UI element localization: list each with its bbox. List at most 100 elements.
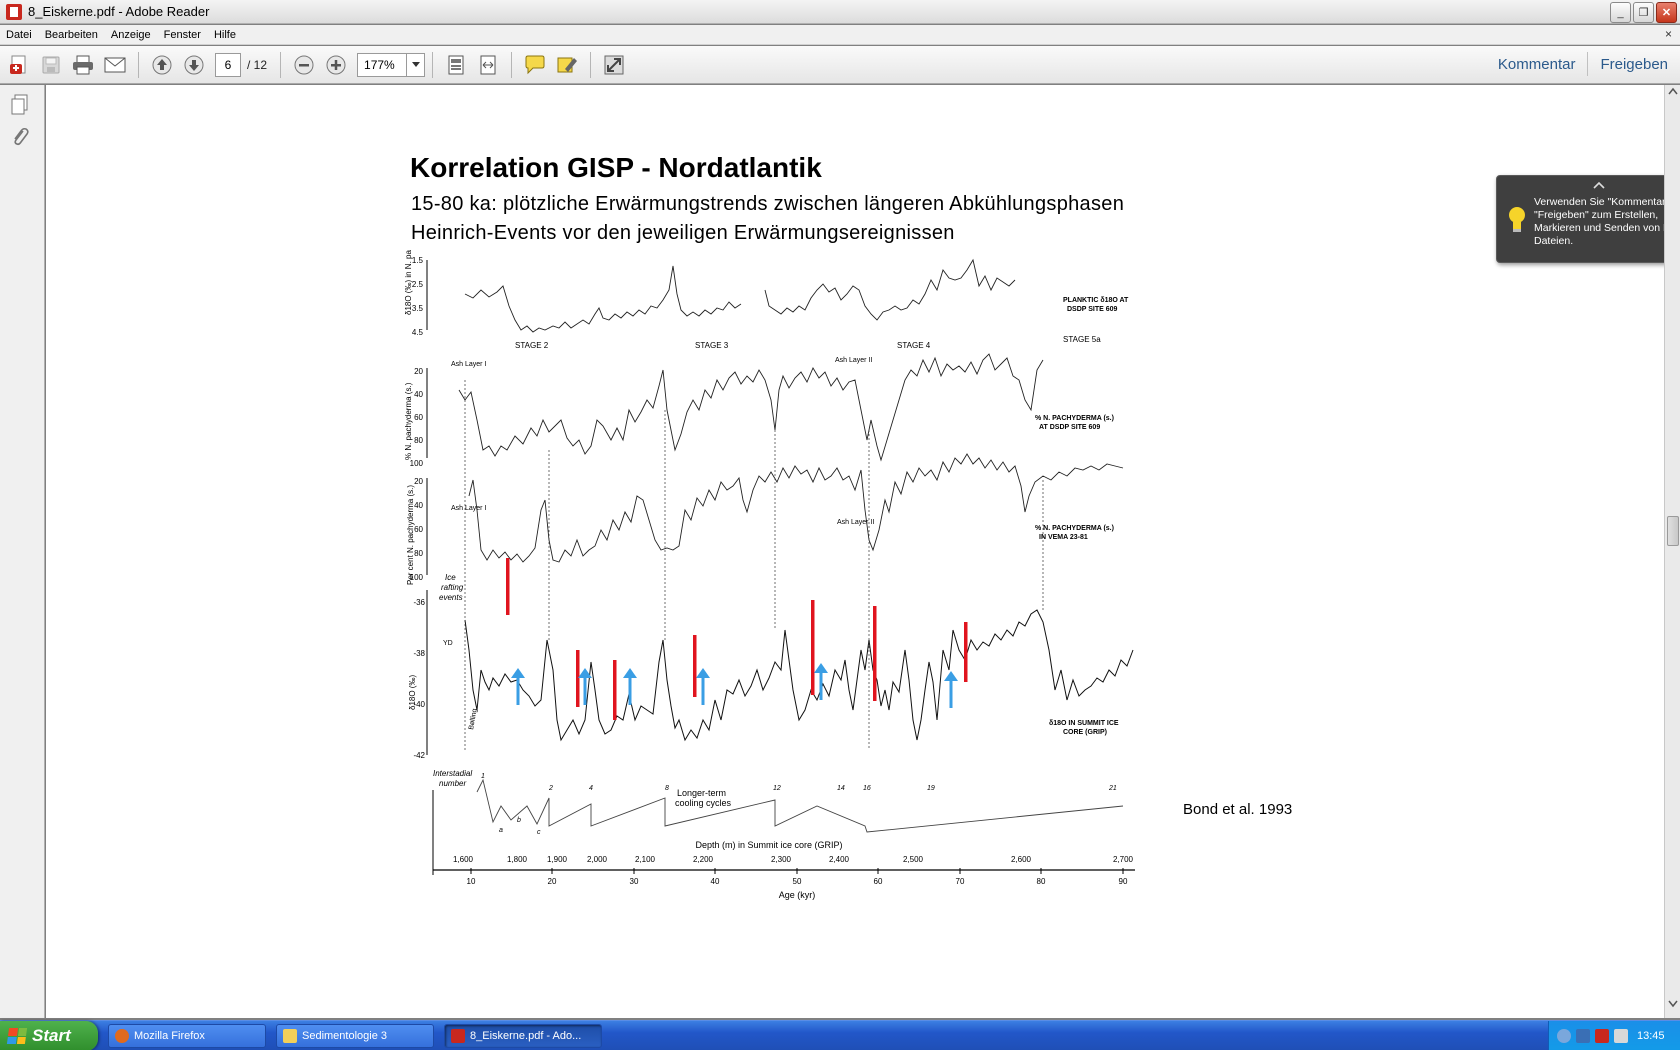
tooltip-text: Verwenden Sie "Kommentar" und "Freigeben… xyxy=(1534,196,1664,247)
taskbar-item-label: Sedimentologie 3 xyxy=(302,1029,388,1042)
comment-note-icon[interactable] xyxy=(522,52,548,78)
stage-label: STAGE 2 xyxy=(515,341,549,350)
zoom-out-icon[interactable] xyxy=(291,52,317,78)
age-tick: 40 xyxy=(711,877,720,886)
interstadial-number: 2 xyxy=(548,785,553,792)
highlight-icon[interactable] xyxy=(554,52,580,78)
scrollbar-thumb[interactable] xyxy=(1667,516,1679,546)
close-button[interactable]: ✕ xyxy=(1656,2,1677,23)
panel1-label: DSDP SITE 609 xyxy=(1067,306,1118,313)
panel3-tick: 80 xyxy=(414,549,423,558)
zoom-in-icon[interactable] xyxy=(323,52,349,78)
menu-hilfe[interactable]: Hilfe xyxy=(208,29,243,41)
page-number-input[interactable]: 6 xyxy=(215,52,241,77)
panel2-ylabel: % N. pachyderma (s.) xyxy=(404,382,413,460)
cooling-cycles-sawtooth xyxy=(476,778,1124,833)
panel2-tick: 40 xyxy=(414,390,423,399)
yd-label: YD xyxy=(443,640,453,647)
minimize-button[interactable]: _ xyxy=(1610,2,1631,23)
heinrich-event-bar xyxy=(576,650,580,707)
scroll-up-arrow-icon[interactable] xyxy=(1667,87,1679,101)
menu-fenster[interactable]: Fenster xyxy=(158,29,208,41)
tray-expand-icon[interactable] xyxy=(1557,1029,1571,1043)
print-icon[interactable] xyxy=(70,52,96,78)
menu-anzeige[interactable]: Anzeige xyxy=(105,29,158,41)
interstadial-number: 4 xyxy=(589,785,593,792)
restore-button[interactable]: ❐ xyxy=(1633,2,1654,23)
adobe-updater-icon[interactable] xyxy=(1595,1029,1609,1043)
fit-page-icon[interactable] xyxy=(443,52,469,78)
depth-tick: 2,400 xyxy=(829,855,850,864)
document-view[interactable]: Korrelation GISP - Nordatlantik 15-80 ka… xyxy=(46,85,1664,1018)
collapse-caret-icon[interactable] xyxy=(1593,178,1605,192)
vertical-scrollbar[interactable] xyxy=(1664,85,1680,1018)
menu-bearbeiten[interactable]: Bearbeiten xyxy=(39,29,105,41)
window-title: 8_Eiskerne.pdf - Adobe Reader xyxy=(28,4,210,19)
age-tick: 80 xyxy=(1037,877,1046,886)
bolling-label: Bølling xyxy=(468,708,479,730)
zoom-level-input[interactable]: 177% xyxy=(357,52,408,77)
panel2-tick: 20 xyxy=(414,367,423,376)
interstadial-label: Interstadial xyxy=(433,769,472,778)
depth-axis-label: Depth (m) in Summit ice core (GRIP) xyxy=(695,840,842,850)
subtitle-line-2: Heinrich-Events vor den jeweiligen Erwär… xyxy=(411,222,955,244)
bond-1993-figure: δ18O (‰) in N. pachy. (s.) 1.5 2.5 3.5 4… xyxy=(404,250,1135,900)
adobe-reader-window: 8_Eiskerne.pdf - Adobe Reader _ ❐ ✕ Date… xyxy=(0,0,1680,1050)
panel4-label: δ18O IN SUMMIT ICE xyxy=(1049,720,1119,727)
network-icon[interactable] xyxy=(1576,1029,1590,1043)
ice-rafting-arrow xyxy=(696,668,710,705)
start-button[interactable]: Start xyxy=(0,1020,98,1050)
taskbar-item-label: 8_Eiskerne.pdf - Ado... xyxy=(470,1029,582,1042)
next-page-icon[interactable] xyxy=(181,52,207,78)
age-tick: 50 xyxy=(793,877,802,886)
menu-datei[interactable]: Datei xyxy=(0,29,39,41)
interstadial-label: number xyxy=(439,779,466,788)
depth-tick: 2,700 xyxy=(1113,855,1134,864)
scroll-down-arrow-icon[interactable] xyxy=(1667,1000,1679,1014)
panel2-tick: 80 xyxy=(414,436,423,445)
toolbar-separator xyxy=(280,51,282,78)
ice-rafting-label: events xyxy=(439,593,463,602)
taskbar-item-folder[interactable]: Sedimentologie 3 xyxy=(276,1023,434,1048)
subtitle-line-1: 15-80 ka: plötzliche Erwärmungstrends zw… xyxy=(411,193,1125,215)
fit-width-icon[interactable] xyxy=(475,52,501,78)
heinrich-event-bar xyxy=(693,635,697,697)
age-tick: 30 xyxy=(630,877,639,886)
ice-rafting-arrow xyxy=(511,668,525,705)
panel4-curve xyxy=(464,609,1134,742)
save-icon[interactable] xyxy=(38,52,64,78)
toolbar-separator xyxy=(138,51,139,78)
panel4-label: CORE (GRIP) xyxy=(1063,729,1107,736)
comment-share-tooltip[interactable]: Verwenden Sie "Kommentar" und "Freigeben… xyxy=(1496,175,1664,263)
fullscreen-icon[interactable] xyxy=(601,52,627,78)
zoom-dropdown-chevron-down-icon[interactable] xyxy=(407,52,426,77)
taskbar-item-label: Mozilla Firefox xyxy=(134,1029,205,1042)
close-document-button[interactable]: × xyxy=(1665,27,1672,41)
ash-layer-label: Ash Layer I xyxy=(451,505,486,512)
attachments-paperclip-icon[interactable] xyxy=(8,125,32,149)
email-icon[interactable] xyxy=(102,52,128,78)
heinrich-event-bar xyxy=(873,606,877,701)
interstadial-number: 19 xyxy=(927,785,935,792)
kommentar-link[interactable]: Kommentar xyxy=(1486,56,1588,73)
ice-rafting-arrow xyxy=(944,671,958,708)
previous-page-icon[interactable] xyxy=(149,52,175,78)
windows-taskbar: Start Mozilla Firefox Sedimentologie 3 8… xyxy=(0,1020,1680,1050)
interstadial-number: 14 xyxy=(837,785,845,792)
start-label: Start xyxy=(32,1025,71,1045)
taskbar-item-firefox[interactable]: Mozilla Firefox xyxy=(108,1023,266,1048)
ash-layer-label: Ash Layer I xyxy=(451,361,486,368)
panel1-tick: 4.5 xyxy=(412,328,424,337)
taskbar-item-adobe-reader[interactable]: 8_Eiskerne.pdf - Ado... xyxy=(444,1023,602,1048)
panel1-tick: 1.5 xyxy=(412,256,424,265)
create-pdf-icon[interactable] xyxy=(6,52,32,78)
system-tray: 13:45 xyxy=(1548,1021,1680,1050)
volume-icon[interactable] xyxy=(1614,1029,1628,1043)
navigation-panel xyxy=(0,85,45,1018)
panel1-curve xyxy=(464,265,742,333)
freigeben-link[interactable]: Freigeben xyxy=(1588,56,1680,73)
clock: 13:45 xyxy=(1637,1030,1665,1042)
page-total: / 12 xyxy=(247,57,268,72)
age-tick: 60 xyxy=(874,877,883,886)
page-thumbnails-icon[interactable] xyxy=(8,93,32,117)
